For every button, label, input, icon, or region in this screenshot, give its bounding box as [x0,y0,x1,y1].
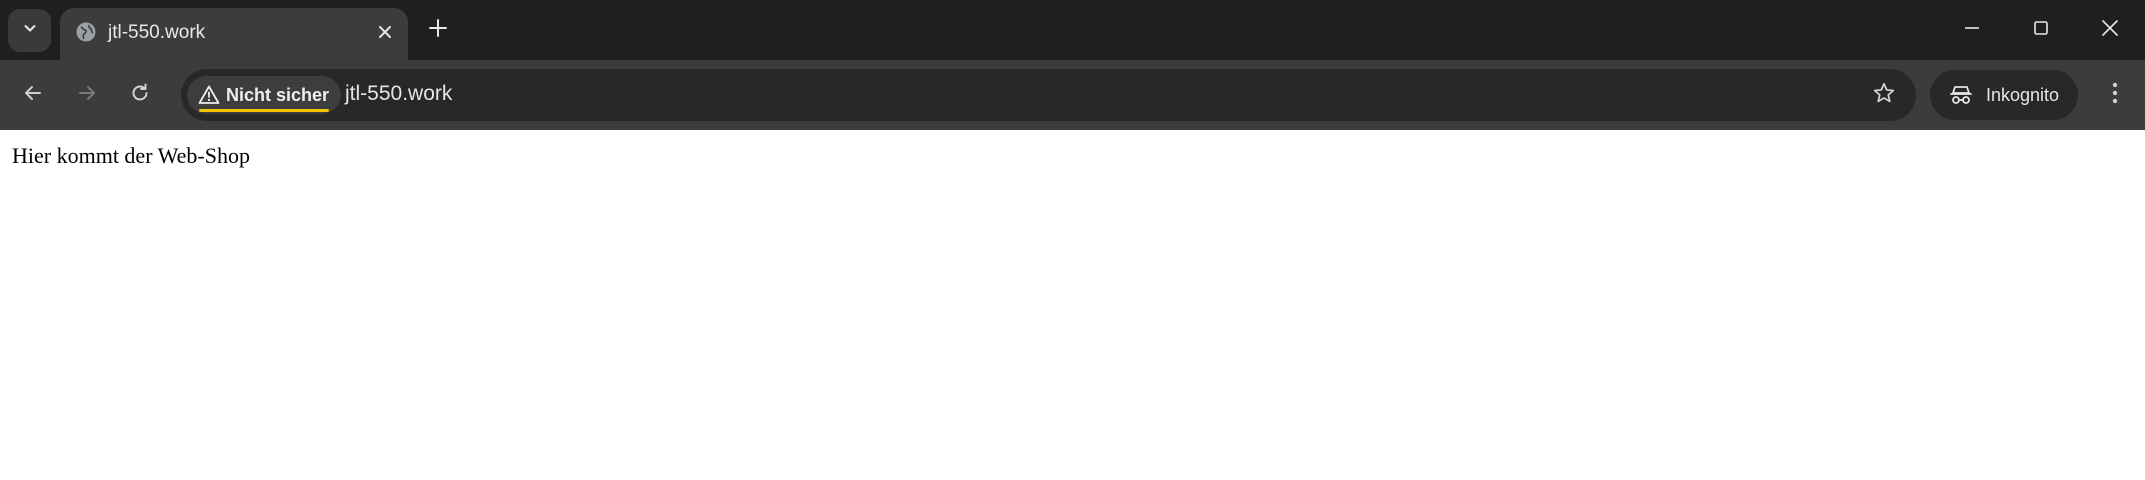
minimize-icon [1964,20,1980,41]
forward-button[interactable] [69,77,105,113]
window-close-button[interactable] [2088,10,2132,50]
back-button[interactable] [15,77,51,113]
globe-icon [74,20,98,44]
security-warning-underline [199,109,330,112]
incognito-label: Inkognito [1986,84,2060,105]
tab-close-button[interactable] [372,19,398,45]
kebab-menu-icon [2111,81,2119,110]
new-tab-button[interactable] [422,14,454,46]
page-body-text: Hier kommt der Web-Shop [12,143,250,168]
address-bar[interactable]: Nicht sicher jtl-550.work [181,69,1916,121]
page-viewport: Hier kommt der Web-Shop [0,130,2145,480]
arrow-left-icon [22,82,44,109]
security-label: Nicht sicher [226,84,330,105]
window-minimize-button[interactable] [1950,10,1994,50]
maximize-icon [2033,20,2049,41]
plus-icon [428,18,448,43]
security-indicator[interactable]: Nicht sicher [187,76,342,114]
warning-triangle-icon [197,83,221,107]
browser-toolbar: Nicht sicher jtl-550.work Inkognito [0,60,2145,130]
reload-button[interactable] [122,77,158,113]
tab-active[interactable]: jtl-550.work [60,8,408,60]
incognito-profile-button[interactable]: Inkognito [1930,70,2078,120]
tab-search-button[interactable] [8,9,51,52]
close-icon [2101,19,2119,42]
browser-menu-button[interactable] [2097,77,2133,113]
browser-window: jtl-550.work Nicht sicher jtl-550.work I… [0,0,2145,480]
bookmark-button[interactable] [1870,81,1898,109]
window-maximize-button[interactable] [2019,10,2063,50]
url-text[interactable]: jtl-550.work [345,82,452,106]
reload-icon [129,82,151,109]
star-icon [1872,81,1896,110]
close-icon [379,26,391,38]
tab-strip: jtl-550.work [0,0,2145,60]
arrow-right-icon [76,82,98,109]
tab-title: jtl-550.work [108,22,206,43]
chevron-down-icon [22,20,38,41]
incognito-icon [1948,82,1974,108]
